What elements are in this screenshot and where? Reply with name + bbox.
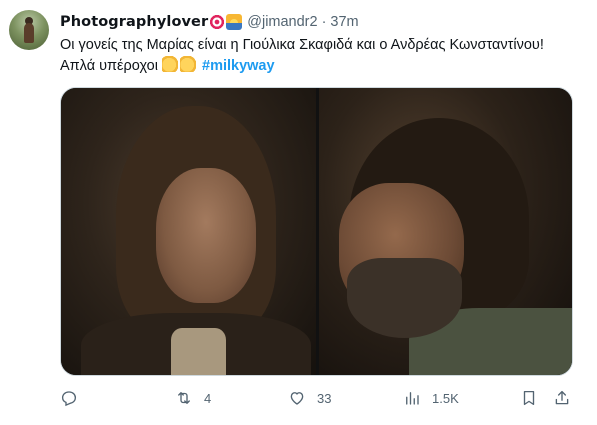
avatar[interactable] xyxy=(9,10,49,50)
photo-woman-face xyxy=(156,168,256,303)
retweet-count: 4 xyxy=(204,390,212,406)
sunset-emoji-icon xyxy=(226,14,243,30)
photo-woman-shirt xyxy=(171,328,226,375)
like-count: 33 xyxy=(317,390,332,406)
photo-man-beard xyxy=(347,258,462,338)
tweet-header: Photographylover @jimandr2 · 37m xyxy=(60,12,359,32)
share-button[interactable] xyxy=(553,388,571,408)
views-button[interactable]: 1.5K xyxy=(403,388,459,408)
tweet-text-line-2: Απλά υπέροχοι #milkyway xyxy=(60,56,585,77)
like-button[interactable]: 33 xyxy=(288,388,331,408)
photo-woman[interactable] xyxy=(61,88,316,375)
reply-button[interactable] xyxy=(60,388,78,408)
separator-dot: · xyxy=(321,14,327,30)
display-name[interactable]: Photographylover xyxy=(60,14,208,30)
tweet-card[interactable]: Photographylover @jimandr2 · 37m Οι γονε… xyxy=(0,0,597,425)
media-grid xyxy=(60,87,573,376)
tweet-text: Οι γονείς της Μαρίας είναι η Γιούλικα Σκ… xyxy=(60,35,585,77)
bookmark-button[interactable] xyxy=(520,388,538,408)
avatar-figure-body xyxy=(24,23,34,43)
target-emoji-icon xyxy=(209,14,226,30)
views-count: 1.5K xyxy=(432,390,459,406)
retweet-button[interactable]: 4 xyxy=(175,388,211,408)
clapping-hands-icon xyxy=(179,56,196,72)
reply-icon xyxy=(61,391,77,407)
clapping-hands-icon xyxy=(161,56,178,72)
timestamp[interactable]: 37m xyxy=(330,14,358,30)
photo-man[interactable] xyxy=(319,88,572,375)
views-chart-icon xyxy=(406,392,419,405)
share-icon xyxy=(555,390,569,405)
bookmark-icon xyxy=(523,390,535,406)
retweet-icon xyxy=(178,392,190,404)
user-handle[interactable]: @jimandr2 xyxy=(247,14,317,30)
tweet-text-line-2-text: Απλά υπέροχοι xyxy=(60,58,158,74)
heart-icon xyxy=(290,392,304,405)
action-bar: 4 33 1.5K xyxy=(60,388,580,408)
hashtag-link[interactable]: #milkyway xyxy=(202,58,275,74)
tweet-text-line-1: Οι γονείς της Μαρίας είναι η Γιούλικα Σκ… xyxy=(60,37,544,53)
